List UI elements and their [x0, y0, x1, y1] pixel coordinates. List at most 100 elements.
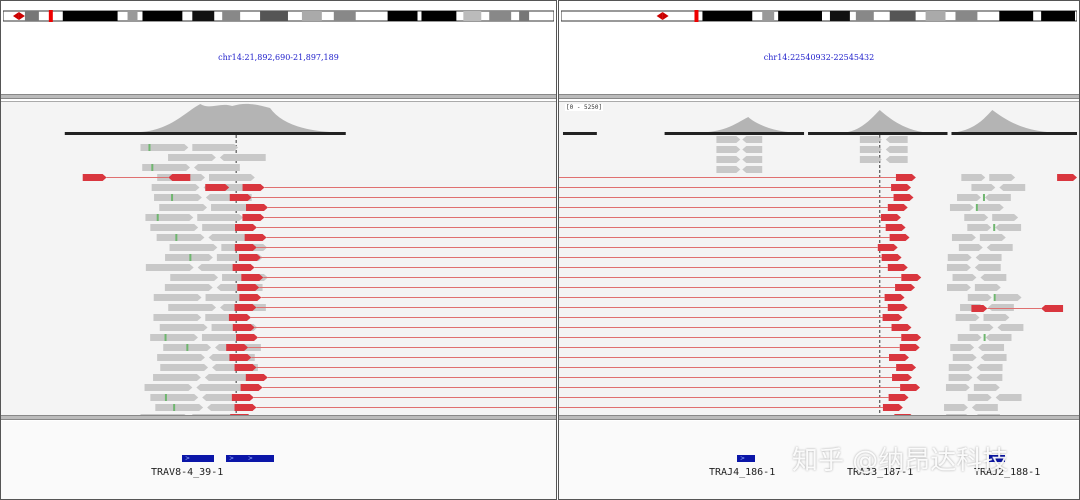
read[interactable]: [971, 184, 996, 191]
chromosome-ideogram-left[interactable]: [3, 9, 554, 23]
read[interactable]: [999, 184, 1026, 191]
coverage-baseline[interactable]: [64, 132, 346, 135]
read[interactable]: [957, 194, 981, 201]
read[interactable]: [228, 314, 251, 321]
read[interactable]: [884, 294, 905, 301]
coverage-baseline[interactable]: [951, 132, 1078, 135]
read[interactable]: [885, 224, 906, 231]
read[interactable]: [197, 214, 244, 221]
read[interactable]: [950, 344, 975, 351]
read[interactable]: [234, 364, 257, 371]
read[interactable]: [246, 204, 268, 211]
read[interactable]: [901, 274, 922, 281]
read[interactable]: [157, 354, 205, 361]
mismatch-mark[interactable]: [982, 194, 985, 201]
read[interactable]: [196, 384, 243, 391]
read[interactable]: [205, 184, 230, 191]
read[interactable]: [239, 254, 261, 261]
coverage-baseline[interactable]: [664, 132, 805, 135]
read[interactable]: [895, 174, 916, 181]
gene-feature-box[interactable]: > > > >: [226, 455, 274, 462]
read[interactable]: [204, 374, 251, 381]
read[interactable]: [194, 164, 240, 171]
read[interactable]: [957, 334, 982, 341]
read[interactable]: [159, 324, 208, 331]
read[interactable]: [889, 354, 909, 361]
read[interactable]: [881, 254, 902, 261]
read[interactable]: [882, 404, 903, 411]
read[interactable]: [980, 274, 1007, 281]
alignment-tracks-left[interactable]: [1, 101, 556, 417]
mismatch-mark[interactable]: [993, 224, 996, 231]
mismatch-mark[interactable]: [173, 404, 176, 411]
coverage-baseline[interactable]: [808, 132, 948, 135]
read[interactable]: [859, 146, 882, 153]
read[interactable]: [150, 334, 198, 341]
read[interactable]: [945, 384, 970, 391]
read[interactable]: [888, 394, 909, 401]
mismatch-mark[interactable]: [171, 194, 174, 201]
mismatch-mark[interactable]: [156, 214, 159, 221]
read[interactable]: [234, 304, 257, 311]
read[interactable]: [989, 174, 1016, 181]
read[interactable]: [154, 194, 202, 201]
read[interactable]: [153, 314, 202, 321]
read[interactable]: [859, 136, 882, 143]
gene-label[interactable]: TRAV8-4_39-1: [151, 467, 223, 478]
read[interactable]: [881, 214, 901, 221]
mismatch-mark[interactable]: [151, 164, 154, 171]
coverage-peak[interactable]: [957, 110, 1048, 132]
read[interactable]: [985, 334, 1012, 341]
read[interactable]: [145, 264, 194, 271]
read[interactable]: [899, 344, 920, 351]
read[interactable]: [168, 174, 191, 181]
read[interactable]: [967, 224, 992, 231]
read[interactable]: [219, 154, 266, 161]
read[interactable]: [885, 146, 908, 153]
read[interactable]: [142, 164, 191, 171]
read[interactable]: [967, 394, 992, 401]
read[interactable]: [975, 254, 1002, 261]
mismatch-mark[interactable]: [175, 234, 178, 241]
read[interactable]: [974, 284, 1001, 291]
read[interactable]: [165, 254, 213, 261]
read[interactable]: [144, 384, 193, 391]
read[interactable]: [995, 294, 1022, 301]
read[interactable]: [895, 284, 915, 291]
read[interactable]: [245, 374, 268, 381]
read[interactable]: [980, 354, 1007, 361]
mismatch-mark[interactable]: [189, 254, 192, 261]
read[interactable]: [234, 404, 257, 411]
read[interactable]: [948, 364, 973, 371]
read[interactable]: [901, 334, 922, 341]
read[interactable]: [946, 264, 971, 271]
read[interactable]: [742, 146, 763, 153]
gene-feature-box[interactable]: > > > >: [182, 455, 214, 462]
read[interactable]: [882, 314, 903, 321]
read[interactable]: [978, 344, 1005, 351]
read[interactable]: [155, 404, 204, 411]
read[interactable]: [987, 304, 1014, 311]
read[interactable]: [716, 156, 741, 163]
coverage-peak[interactable]: [708, 117, 789, 132]
read[interactable]: [892, 374, 912, 381]
read[interactable]: [955, 314, 980, 321]
alignment-tracks-right[interactable]: [559, 101, 1079, 417]
read[interactable]: [973, 384, 1000, 391]
coverage-peak[interactable]: [847, 110, 923, 132]
read[interactable]: [242, 214, 265, 221]
read[interactable]: [859, 156, 882, 163]
read[interactable]: [887, 204, 908, 211]
read[interactable]: [964, 214, 989, 221]
read[interactable]: [1041, 305, 1064, 312]
read[interactable]: [168, 304, 217, 311]
read[interactable]: [877, 244, 898, 251]
read[interactable]: [160, 364, 209, 371]
read[interactable]: [716, 166, 741, 173]
read[interactable]: [891, 324, 912, 331]
read[interactable]: [229, 194, 252, 201]
read[interactable]: [992, 214, 1019, 221]
read[interactable]: [151, 184, 200, 191]
read[interactable]: [232, 324, 255, 331]
read[interactable]: [976, 364, 1003, 371]
